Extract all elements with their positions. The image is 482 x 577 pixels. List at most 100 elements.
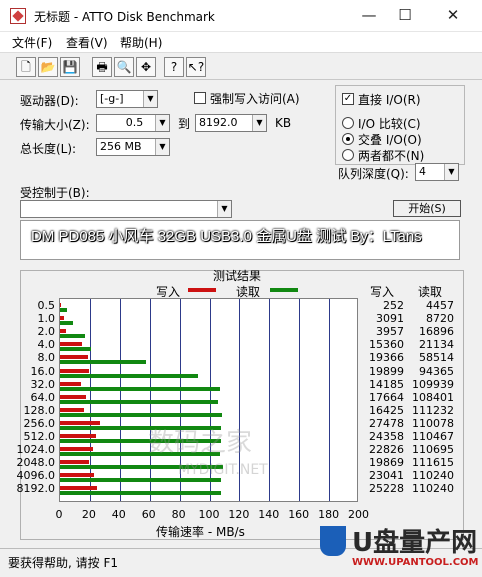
x-tick-label: 180	[318, 508, 340, 521]
toolbar: 🗋 📂 💾 🖶 🔍 ✥ ? ↖?	[0, 52, 482, 80]
app-icon	[10, 8, 26, 24]
transfer-size-label: 512.0	[23, 430, 56, 443]
transfer-size-label: 4096.0	[16, 469, 56, 483]
chevron-down-icon: ▼	[217, 201, 231, 217]
transfer-size-label: 传输大小(Z):	[20, 118, 90, 132]
read-speed-value: 109939	[412, 377, 454, 391]
write-bar	[60, 316, 65, 321]
transfer-size-label: 8192.0	[16, 482, 56, 496]
write-speed-value: 3091	[376, 312, 404, 326]
chevron-down-icon: ▼	[252, 115, 266, 131]
io-compare-radio[interactable]	[342, 117, 354, 129]
write-speed-value: 17664	[369, 390, 404, 404]
watermark-corner-url: WWW.UPANTOOL.COM	[352, 557, 479, 568]
write-speed-value: 252	[383, 299, 404, 312]
col-read-header: 读取	[418, 285, 443, 299]
transfer-size-label: 16.0	[30, 364, 56, 378]
write-speed-value: 16425	[369, 403, 404, 417]
overlapped-io-radio[interactable]	[342, 133, 354, 145]
read-speed-value: 58514	[419, 351, 454, 365]
transfer-size-label: 8.0	[37, 351, 56, 365]
menu-help[interactable]: 帮助(H)	[120, 34, 162, 51]
total-length-select[interactable]: 256 MB ▼	[96, 138, 170, 156]
print-preview-icon[interactable]: 🔍	[114, 57, 134, 77]
io-compare-label: I/O 比较(C)	[358, 117, 421, 131]
x-axis-label: 传输速率 - MB/s	[156, 525, 245, 539]
write-bar	[60, 303, 61, 307]
transfer-size-label: 128.0	[23, 403, 56, 417]
read-speed-value: 8720	[426, 312, 454, 326]
write-speed-value: 19366	[369, 351, 404, 365]
write-speed-value: 19899	[369, 364, 404, 378]
open-folder-icon[interactable]: 📂	[38, 57, 58, 77]
read-bar	[60, 360, 146, 365]
window-title: 无标题 - ATTO Disk Benchmark	[34, 10, 215, 24]
transfer-to-select[interactable]: 8192.0 ▼	[195, 114, 267, 132]
write-bar	[60, 381, 81, 386]
transfer-size-label: 4.0	[37, 338, 56, 352]
context-help-icon[interactable]: ↖?	[186, 57, 206, 77]
transfer-size-label: 2.0	[37, 325, 56, 339]
queue-depth-label: 队列深度(Q):	[338, 167, 409, 181]
help-icon[interactable]: ?	[164, 57, 184, 77]
neither-label: 两者都不(N)	[358, 149, 425, 163]
transfer-from-select[interactable]: 0.5 ▼	[96, 114, 170, 132]
overlapped-io-label: 交叠 I/O(O)	[358, 133, 422, 147]
close-button[interactable]: ✕	[432, 2, 474, 28]
queue-depth-select[interactable]: 4 ▼	[415, 163, 459, 181]
menu-file[interactable]: 文件(F)	[12, 34, 52, 51]
read-bar	[60, 308, 67, 312]
gridline	[269, 299, 271, 501]
new-file-icon[interactable]: 🗋	[16, 57, 36, 77]
write-bar	[60, 355, 89, 360]
write-bar	[60, 394, 86, 399]
read-bar	[60, 412, 223, 417]
read-bar	[60, 478, 221, 483]
move-icon[interactable]: ✥	[136, 57, 156, 77]
write-speed-value: 23041	[369, 469, 404, 483]
force-write-checkbox[interactable]	[194, 92, 206, 104]
transfer-size-label: 256.0	[23, 416, 56, 430]
watermark-center-en: MYDIGIT.NET	[178, 462, 268, 478]
read-speed-value: 110467	[412, 430, 454, 443]
watermark-center-cn: 数码之家	[148, 428, 253, 458]
force-write-label: 强制写入访问(A)	[210, 92, 300, 106]
read-speed-value: 110078	[412, 416, 454, 430]
write-speed-value: 14185	[369, 377, 404, 391]
x-tick-label: 140	[258, 508, 280, 521]
chevron-down-icon: ▼	[444, 164, 458, 180]
read-bar	[60, 399, 219, 404]
status-text: 要获得帮助, 请按 F1	[8, 556, 118, 570]
transfer-size-label: 0.5	[37, 299, 56, 312]
direct-io-checkbox[interactable]: ✓	[342, 93, 354, 105]
menu-view[interactable]: 查看(V)	[66, 34, 108, 51]
read-speed-value: 94365	[419, 364, 454, 378]
write-speed-value: 24358	[369, 430, 404, 443]
neither-radio[interactable]	[342, 149, 354, 161]
controlled-by-label: 受控制于(B):	[20, 186, 90, 200]
write-bar	[60, 447, 94, 452]
maximize-button[interactable]: ☐	[384, 2, 426, 28]
description-text: DM PD085 小风车 32GB USB3.0 金属U盘 测试 By：LTan…	[31, 228, 422, 245]
save-icon[interactable]: 💾	[60, 57, 80, 77]
direct-io-label: 直接 I/O(R)	[358, 93, 421, 107]
start-button[interactable]: 开始(S)	[393, 200, 461, 217]
to-label: 到	[178, 117, 191, 131]
write-speed-value: 25228	[369, 482, 404, 496]
total-length-value: 256 MB	[100, 140, 142, 153]
write-speed-value: 22826	[369, 443, 404, 457]
results-title: 测试结果	[213, 269, 262, 283]
drive-select[interactable]: [-g-] ▼	[96, 90, 158, 108]
print-icon[interactable]: 🖶	[92, 57, 112, 77]
description-box[interactable]: DM PD085 小风车 32GB USB3.0 金属U盘 测试 By：LTan…	[20, 220, 460, 260]
read-bar	[60, 386, 221, 391]
write-speed-value: 19869	[369, 456, 404, 470]
title-bar: 无标题 - ATTO Disk Benchmark — ☐ ✕	[0, 0, 482, 32]
read-speed-value: 110240	[412, 482, 454, 496]
read-speed-value: 16896	[419, 325, 454, 339]
read-speed-value: 110240	[412, 469, 454, 483]
write-bar	[60, 407, 84, 412]
write-bar	[60, 329, 66, 334]
controlled-by-select[interactable]: ▼	[20, 200, 232, 218]
transfer-size-label: 1.0	[37, 312, 56, 326]
